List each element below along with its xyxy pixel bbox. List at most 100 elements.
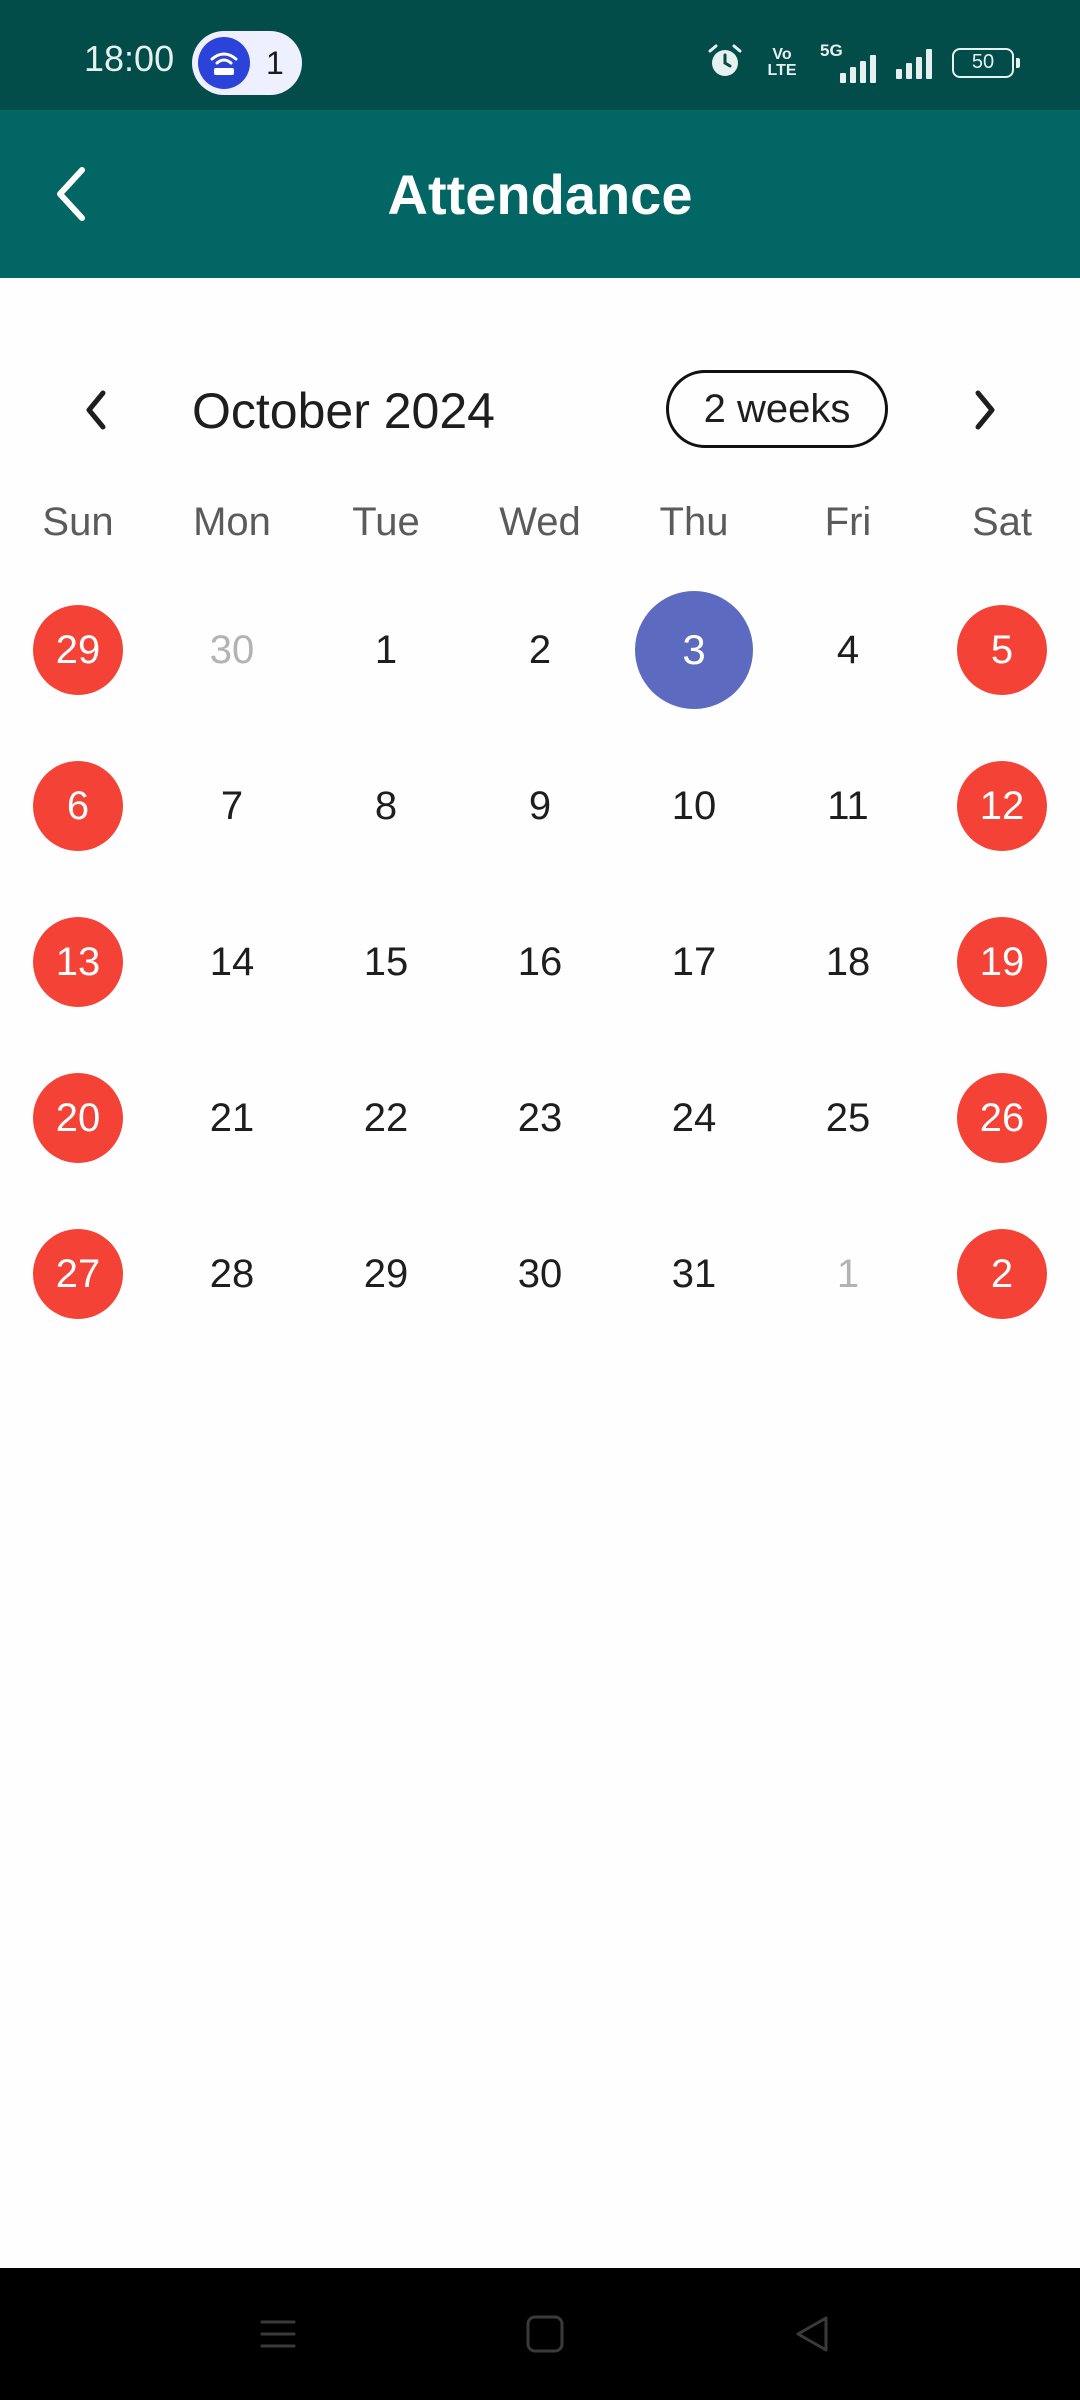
calendar-day[interactable]: 13 <box>1 884 155 1040</box>
recent-apps-button[interactable] <box>238 2298 318 2370</box>
calendar-day[interactable]: 1 <box>309 572 463 728</box>
calendar-day-number: 29 <box>33 605 123 695</box>
calendar-day[interactable]: 10 <box>617 728 771 884</box>
calendar-day-number: 24 <box>671 1095 717 1140</box>
calendar-day[interactable]: 15 <box>309 884 463 1040</box>
calendar-day-selected[interactable]: 3 <box>617 572 771 728</box>
calendar-week-row: 27 28 29 30 31 1 2 <box>1 1196 1079 1352</box>
calendar-day[interactable]: 25 <box>771 1040 925 1196</box>
calendar-day-number: 30 <box>517 1251 563 1296</box>
calendar-day[interactable]: 21 <box>155 1040 309 1196</box>
calendar-day[interactable]: 31 <box>617 1196 771 1352</box>
calendar-week-row: 13 14 15 16 17 18 19 <box>1 884 1079 1040</box>
weekday-row: Sun Mon Tue Wed Thu Fri Sat <box>0 500 1080 564</box>
calendar-day-number: 21 <box>209 1095 255 1140</box>
calendar-day[interactable]: 6 <box>1 728 155 884</box>
calendar-day[interactable]: 26 <box>925 1040 1079 1196</box>
calendar-day[interactable]: 19 <box>925 884 1079 1040</box>
calendar-day-number: 23 <box>517 1095 563 1140</box>
calendar-day[interactable]: 18 <box>771 884 925 1040</box>
weekday-label: Sat <box>971 500 1033 544</box>
calendar-day[interactable]: 5 <box>925 572 1079 728</box>
calendar-day-number: 29 <box>363 1251 409 1296</box>
navigation-bar <box>0 2268 1080 2400</box>
weekday-label: Tue <box>352 500 420 544</box>
home-button[interactable] <box>505 2298 585 2370</box>
calendar-day-number: 30 <box>209 627 255 672</box>
chevron-right-icon <box>975 390 995 430</box>
calendar-header: October 2024 2 weeks <box>0 360 1080 460</box>
calendar-day[interactable]: 11 <box>771 728 925 884</box>
calendar-day[interactable]: 20 <box>1 1040 155 1196</box>
previous-month-button[interactable] <box>66 380 126 440</box>
calendar-day-number: 22 <box>363 1095 409 1140</box>
calendar-day-number: 5 <box>957 605 1047 695</box>
hotspot-icon <box>198 37 250 89</box>
calendar-day-number: 2 <box>957 1229 1047 1319</box>
calendar-format-button[interactable]: 2 weeks <box>666 370 888 448</box>
calendar-day[interactable]: 30 <box>463 1196 617 1352</box>
calendar-day[interactable]: 28 <box>155 1196 309 1352</box>
calendar-day-number: 1 <box>836 1251 860 1296</box>
calendar-day[interactable]: 30 <box>155 572 309 728</box>
status-icons: Vo LTE 5G 50 <box>706 40 1020 86</box>
signal-5g-icon: 5G <box>820 41 876 83</box>
hotspot-count: 1 <box>266 45 284 81</box>
calendar-week-row: 6 7 8 9 10 11 12 <box>1 728 1079 884</box>
back-triangle-icon <box>796 2316 828 2352</box>
calendar-day-number: 4 <box>836 627 860 672</box>
battery-icon: 50 <box>952 48 1020 78</box>
calendar-day-number: 15 <box>363 939 409 984</box>
volte-icon: Vo LTE <box>764 47 800 79</box>
calendar-day[interactable]: 9 <box>463 728 617 884</box>
calendar-day-number: 9 <box>528 783 552 828</box>
next-month-button[interactable] <box>955 380 1015 440</box>
calendar-day-number: 3 <box>635 591 753 709</box>
calendar-day[interactable]: 4 <box>771 572 925 728</box>
hotspot-indicator[interactable]: 1 <box>192 31 302 95</box>
system-back-button[interactable] <box>772 2298 852 2370</box>
calendar-day[interactable]: 23 <box>463 1040 617 1196</box>
calendar-day[interactable]: 29 <box>309 1196 463 1352</box>
weekday-label: Wed <box>499 500 581 544</box>
calendar-day[interactable]: 2 <box>925 1196 1079 1352</box>
menu-icon <box>260 2320 296 2348</box>
calendar-day-number: 12 <box>957 761 1047 851</box>
calendar-day-number: 31 <box>671 1251 717 1296</box>
calendar-day-number: 1 <box>374 627 398 672</box>
month-title[interactable]: October 2024 <box>192 382 495 440</box>
calendar-day[interactable]: 16 <box>463 884 617 1040</box>
calendar-day[interactable]: 1 <box>771 1196 925 1352</box>
calendar-day[interactable]: 7 <box>155 728 309 884</box>
calendar-day[interactable]: 27 <box>1 1196 155 1352</box>
volte-top: Vo <box>772 46 792 63</box>
calendar-day[interactable]: 8 <box>309 728 463 884</box>
calendar-day-number: 16 <box>517 939 563 984</box>
calendar-day-number: 28 <box>209 1251 255 1296</box>
volte-bottom: LTE <box>767 62 797 79</box>
weekday-label: Thu <box>659 500 729 544</box>
calendar-day-number: 19 <box>957 917 1047 1007</box>
calendar-day-number: 25 <box>825 1095 871 1140</box>
calendar-day-number: 26 <box>957 1073 1047 1163</box>
calendar-week-row: 20 21 22 23 24 25 26 <box>1 1040 1079 1196</box>
calendar-day-number: 8 <box>374 783 398 828</box>
app-bar: Attendance <box>0 110 1080 278</box>
calendar-day-number: 18 <box>825 939 871 984</box>
weekday-label: Fri <box>824 500 872 544</box>
calendar-day[interactable]: 24 <box>617 1040 771 1196</box>
calendar-day[interactable]: 12 <box>925 728 1079 884</box>
calendar-day-number: 11 <box>827 783 869 828</box>
home-icon <box>526 2315 564 2353</box>
calendar-day[interactable]: 17 <box>617 884 771 1040</box>
calendar-day[interactable]: 29 <box>1 572 155 728</box>
calendar-day-number: 17 <box>671 939 717 984</box>
attendance-screen: 18:00 1 Vo LTE 5G 50 Attendance October … <box>0 0 1080 2400</box>
calendar-week-row: 29 30 1 2 3 4 5 <box>1 572 1079 728</box>
weekday-label: Mon <box>193 500 271 544</box>
calendar-day[interactable]: 2 <box>463 572 617 728</box>
calendar-day[interactable]: 22 <box>309 1040 463 1196</box>
status-bar: 18:00 1 Vo LTE 5G 50 <box>0 0 1080 110</box>
calendar-day[interactable]: 14 <box>155 884 309 1040</box>
calendar-day-number: 10 <box>671 783 717 828</box>
